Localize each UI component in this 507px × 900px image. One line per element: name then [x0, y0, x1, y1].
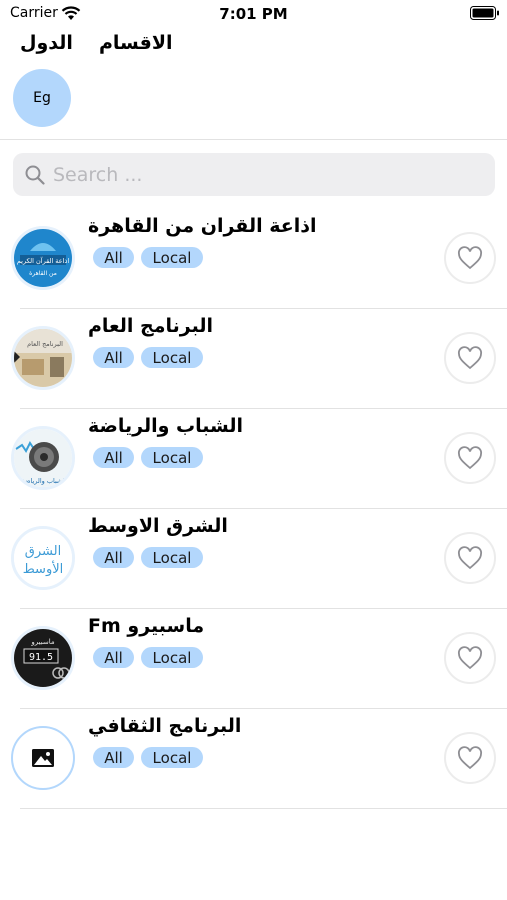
status-time: 7:01 PM [219, 5, 288, 23]
list-item[interactable]: الشرق الأوسط الشرق الاوسط All Local [0, 509, 507, 609]
search-icon [25, 165, 45, 185]
list-item[interactable]: ماسبيرو 91.5 ماسبيرو Fm All Local [0, 609, 507, 709]
logo-text: 91.5 [29, 652, 53, 663]
list-item[interactable]: البرنامج الثقافي All Local [0, 709, 507, 809]
station-name: البرنامج العام [88, 315, 213, 337]
favorite-button[interactable] [444, 732, 496, 784]
logo-text: الشرق [25, 544, 61, 559]
logo-text: الشباب والرياضة [21, 477, 66, 485]
heart-icon [458, 246, 482, 270]
station-logo-middle-east: الشرق الأوسط [11, 526, 75, 590]
tab-countries[interactable]: الدول [20, 32, 73, 54]
tab-categories[interactable]: الاقسام [99, 32, 173, 54]
tag-local: Local [141, 547, 203, 568]
station-logo-general-program: البرنامج العام [11, 326, 75, 390]
tag-local: Local [141, 447, 203, 468]
station-name: الشباب والرياضة [88, 415, 244, 437]
image-placeholder-icon [32, 749, 54, 767]
favorite-button[interactable] [444, 332, 496, 384]
station-logo-placeholder [11, 726, 75, 790]
tag-all: All [93, 247, 134, 268]
list-item[interactable]: اذاعة القرآن الكريم من القاهرة اذاعة الق… [0, 209, 507, 309]
favorite-button[interactable] [444, 532, 496, 584]
tag-local: Local [141, 747, 203, 768]
heart-icon [458, 546, 482, 570]
favorite-button[interactable] [444, 632, 496, 684]
station-name: اذاعة القران من القاهرة [88, 215, 317, 237]
logo-text: اذاعة القرآن الكريم [17, 256, 70, 265]
search-input[interactable] [51, 159, 475, 191]
country-chip-eg[interactable]: Eg [13, 69, 71, 127]
tag-all: All [93, 647, 134, 668]
favorite-button[interactable] [444, 232, 496, 284]
station-logo-quran-cairo: اذاعة القرآن الكريم من القاهرة [11, 226, 75, 290]
list-item[interactable]: الشباب والرياضة الشباب والرياضة All Loca… [0, 409, 507, 509]
logo-text: ماسبيرو [30, 638, 54, 646]
logo-text: الأوسط [23, 560, 64, 577]
list-item[interactable]: البرنامج العام البرنامج العام All Local [0, 309, 507, 409]
tag-all: All [93, 747, 134, 768]
favorite-button[interactable] [444, 432, 496, 484]
tag-all: All [93, 447, 134, 468]
tag-local: Local [141, 247, 203, 268]
tag-all: All [93, 347, 134, 368]
station-name: البرنامج الثقافي [88, 715, 242, 737]
status-bar: Carrier 7:01 PM [0, 0, 507, 28]
tag-all: All [93, 547, 134, 568]
tag-local: Local [141, 647, 203, 668]
station-name: ماسبيرو Fm [88, 615, 205, 637]
heart-icon [458, 346, 482, 370]
heart-icon [458, 646, 482, 670]
tag-local: Local [141, 347, 203, 368]
search-bar[interactable] [13, 153, 495, 196]
station-logo-maspero-fm: ماسبيرو 91.5 [11, 626, 75, 690]
station-name: الشرق الاوسط [88, 515, 228, 537]
logo-text: من القاهرة [29, 270, 57, 277]
row-divider [20, 808, 507, 809]
heart-icon [458, 446, 482, 470]
heart-icon [458, 746, 482, 770]
top-tabs: الدول الاقسام [0, 30, 507, 60]
header-divider [0, 139, 507, 140]
battery-icon [470, 6, 499, 20]
logo-text: البرنامج العام [27, 340, 63, 348]
station-logo-youth-sports: الشباب والرياضة [11, 426, 75, 490]
